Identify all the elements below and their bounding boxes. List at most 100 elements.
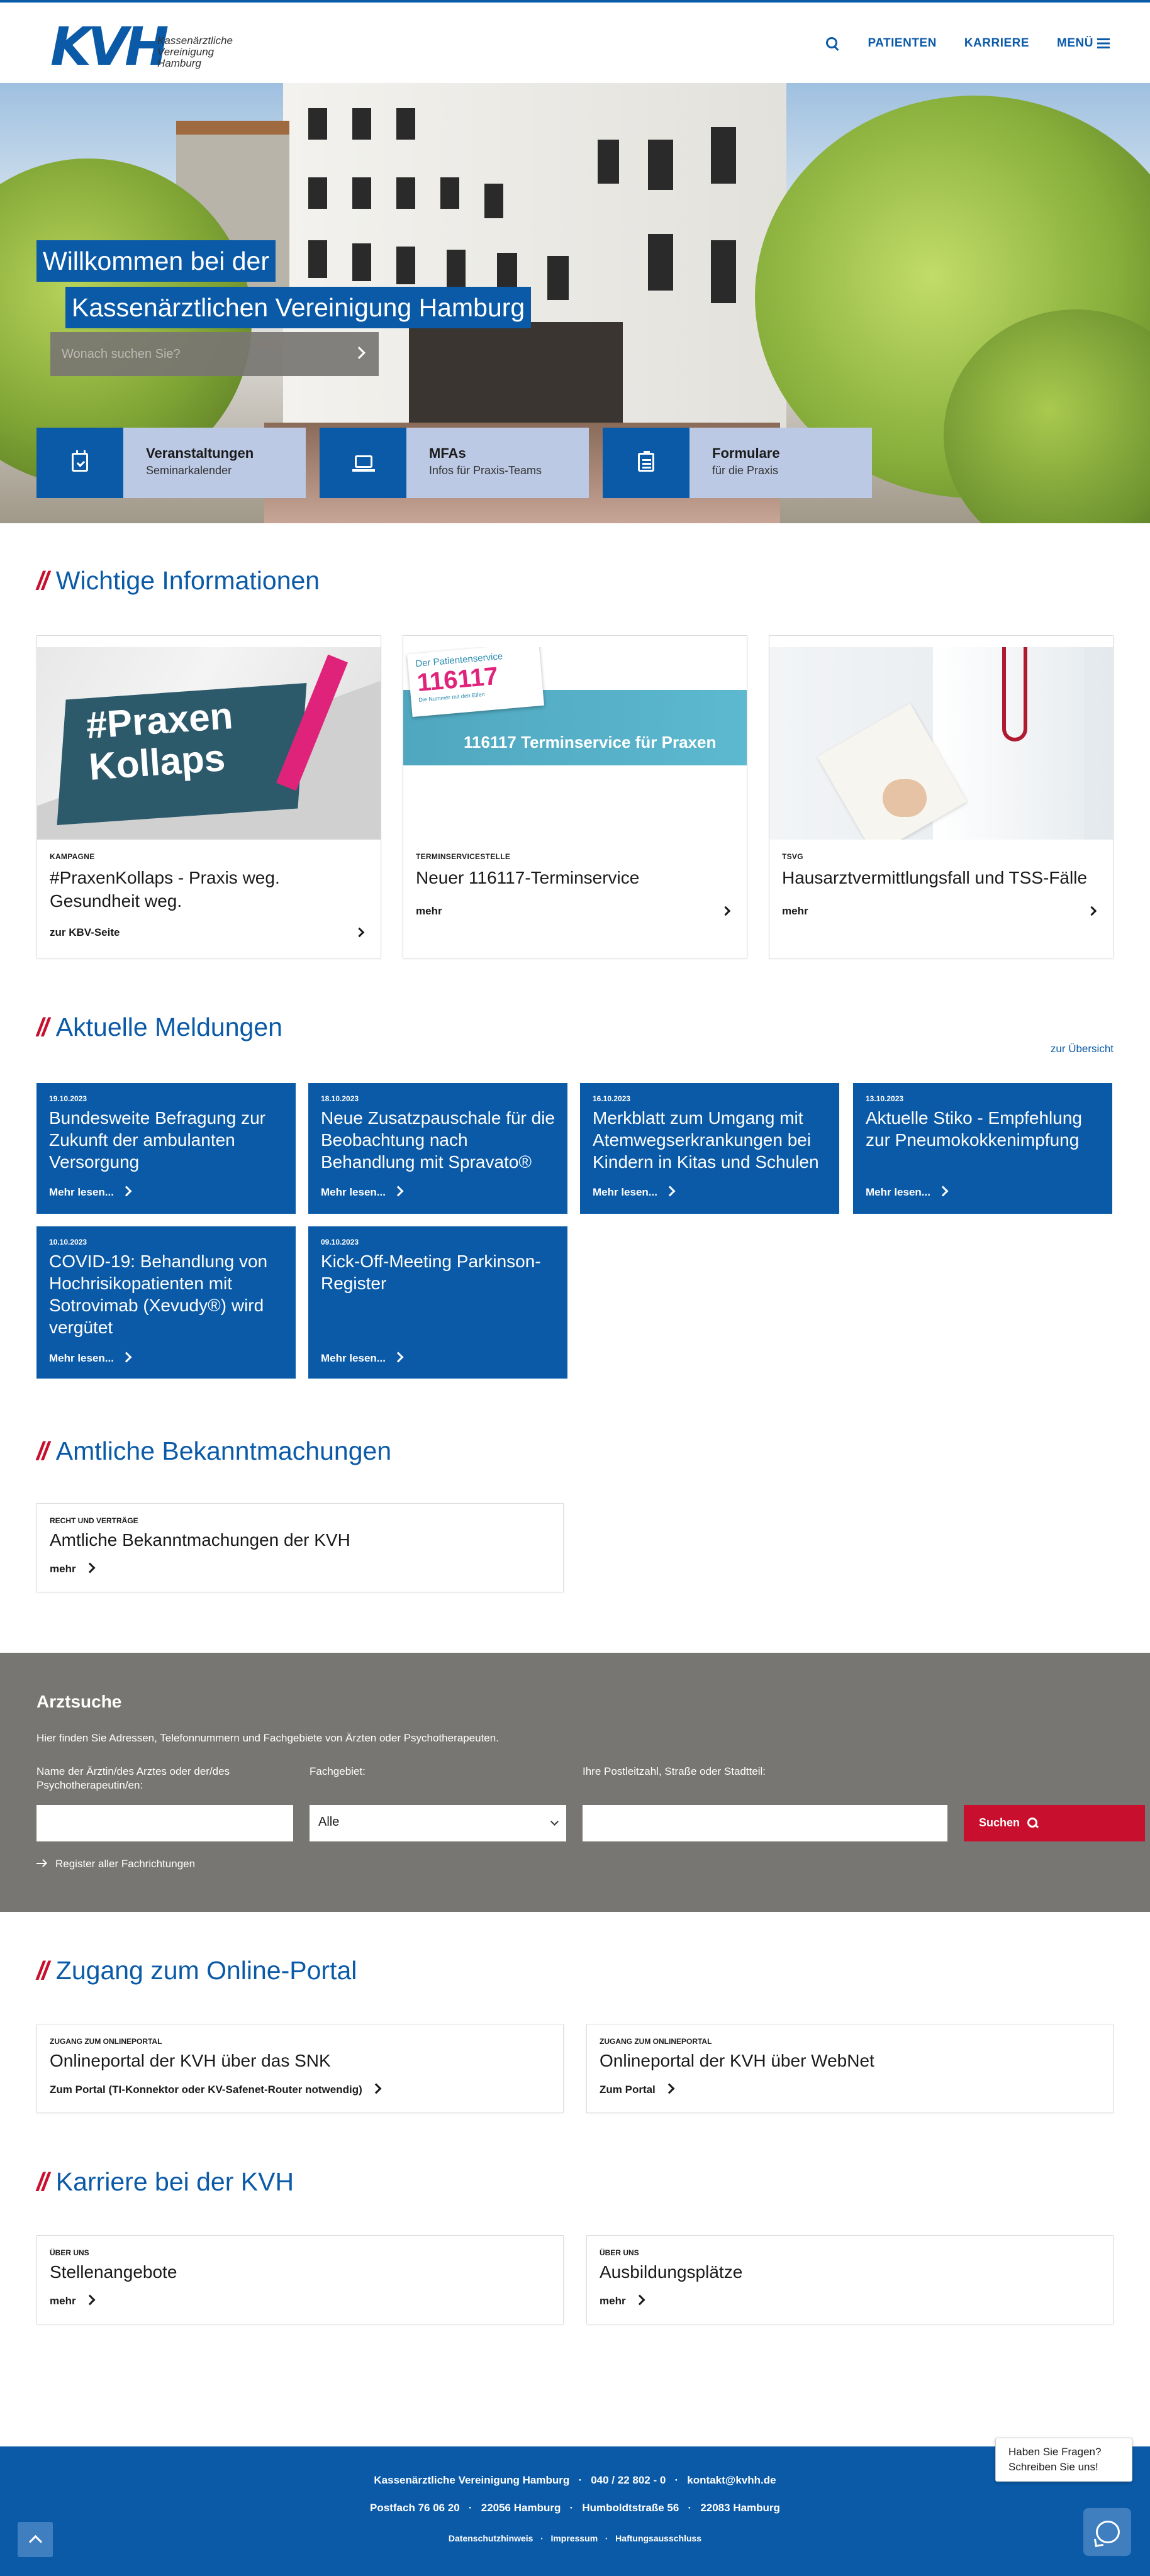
quick-tile-title: Formulare xyxy=(712,445,780,461)
calendar-check-icon xyxy=(72,450,88,472)
news-more-link[interactable]: Mehr lesen... xyxy=(321,1352,402,1365)
portal-card-snk[interactable]: ZUGANG ZUM ONLINEPORTAL Onlineportal der… xyxy=(36,2024,564,2113)
card-tag: ZUGANG ZUM ONLINEPORTAL xyxy=(600,2037,712,2046)
window xyxy=(547,256,569,300)
card-tag: ÜBER UNS xyxy=(50,2248,89,2257)
portal-card-webnet[interactable]: ZUGANG ZUM ONLINEPORTAL Onlineportal der… xyxy=(586,2024,1114,2113)
card-tag: KAMPAGNE xyxy=(50,852,95,861)
quick-tile-icon-box xyxy=(603,428,689,498)
label-name: Name der Ärztin/des Arztes oder der/des … xyxy=(36,1765,230,1791)
nav-menu-button[interactable]: MENÜ xyxy=(1057,36,1110,50)
back-to-top-button[interactable] xyxy=(18,2522,53,2557)
logo-letters: KVH xyxy=(50,16,169,77)
section-slash: // xyxy=(36,1436,49,1465)
card-tag: TSVG xyxy=(782,852,803,861)
search-icon xyxy=(1027,1818,1038,1828)
search-icon[interactable] xyxy=(825,36,840,51)
card-title: #PraxenKollaps - Praxis weg. Gesundheit … xyxy=(50,868,280,911)
window xyxy=(308,108,327,140)
window xyxy=(352,108,371,140)
news-tile[interactable]: 09.10.2023 Kick-Off-Meeting Parkinson-Re… xyxy=(308,1226,567,1379)
quick-tile-text: Formulare für die Praxis xyxy=(689,428,872,498)
kvh-logo[interactable]: KVH Kassenärztliche Vereinigung Hamburg xyxy=(50,16,252,77)
window xyxy=(648,234,673,291)
main-nav: PATIENTEN KARRIERE MENÜ xyxy=(825,34,1110,53)
news-date: 16.10.2023 xyxy=(593,1094,631,1103)
window xyxy=(396,177,415,209)
section-title-text: Wichtige Informationen xyxy=(55,566,320,595)
section-slash: // xyxy=(36,2167,49,2196)
info-card[interactable]: Der Patientenservice 116117 Die Nummer m… xyxy=(403,635,747,958)
hero-side-roof xyxy=(176,121,289,135)
window xyxy=(447,250,466,287)
chat-prompt-bubble[interactable]: Haben Sie Fragen? Schreiben Sie uns! xyxy=(995,2438,1132,2482)
quick-tile-veranstaltungen[interactable]: Veranstaltungen Seminarkalender xyxy=(36,428,306,498)
fachgebiet-selected-value: Alle xyxy=(318,1815,340,1829)
info-card-amtliche[interactable]: RECHT UND VERTRÄGE Amtliche Bekanntmachu… xyxy=(36,1503,564,1592)
window xyxy=(711,127,736,184)
quick-tile-subtitle: Seminarkalender xyxy=(146,464,232,477)
search-button[interactable]: Suchen xyxy=(964,1805,1145,1841)
card-tag: RECHT UND VERTRÄGE xyxy=(50,1516,138,1525)
hero-title-line2: Kassenärztlichen Vereinigung Hamburg xyxy=(65,287,532,328)
arzt-name-input[interactable] xyxy=(36,1805,293,1841)
card-link[interactable]: zur KBV-Seite xyxy=(50,926,120,939)
news-tile[interactable]: 19.10.2023 Bundesweite Befragung zur Zuk… xyxy=(36,1083,296,1214)
news-title: Aktuelle Stiko - Empfehlung zur Pneumoko… xyxy=(866,1108,1082,1150)
hero-title-line1: Willkommen bei der xyxy=(36,240,276,282)
news-title: COVID-19: Behandlung von Hochrisikopatie… xyxy=(49,1252,268,1337)
news-more-link[interactable]: Mehr lesen... xyxy=(49,1186,130,1199)
card-title: Onlineportal der KVH über das SNK xyxy=(50,2051,331,2070)
section-title-text: Aktuelle Meldungen xyxy=(55,1013,282,1041)
card-title: Amtliche Bekanntmachungen der KVH xyxy=(50,1530,350,1550)
news-more-link[interactable]: Mehr lesen... xyxy=(866,1186,947,1199)
card-link[interactable]: mehr xyxy=(416,905,442,918)
arztsuche-section: Arztsuche Hier finden Sie Adressen, Tele… xyxy=(0,1653,1150,1912)
section-slash: // xyxy=(36,1956,49,1985)
hero-search-input[interactable] xyxy=(50,332,340,376)
site-header: KVH Kassenärztliche Vereinigung Hamburg … xyxy=(0,3,1150,83)
register-link-label: Register aller Fachrichtungen xyxy=(55,1858,196,1870)
card-image-doctor xyxy=(769,647,1113,840)
card-title: Hausarztvermittlungsfall und TSS-Fälle xyxy=(782,868,1088,887)
overview-link[interactable]: zur Übersicht xyxy=(1051,1043,1114,1055)
chat-bubble-icon[interactable] xyxy=(1083,2508,1131,2556)
card-link[interactable]: mehr xyxy=(782,905,808,918)
card-link[interactable]: mehr xyxy=(50,2295,94,2307)
nav-karriere[interactable]: KARRIERE xyxy=(964,36,1029,50)
info-card[interactable]: #Praxen Kollaps KAMPAGNE #PraxenKollaps … xyxy=(36,635,381,958)
news-more-link[interactable]: Mehr lesen... xyxy=(593,1186,674,1199)
window xyxy=(352,243,371,281)
news-tile[interactable]: 13.10.2023 Aktuelle Stiko - Empfehlung z… xyxy=(853,1083,1112,1214)
info-card[interactable]: TSVG Hausarztvermittlungsfall und TSS-Fä… xyxy=(769,635,1114,958)
news-tile[interactable]: 10.10.2023 COVID-19: Behandlung von Hoch… xyxy=(36,1226,296,1379)
footer-legal-links[interactable]: Datenschutzhinweis · Impressum · Haftung… xyxy=(0,2533,1150,2543)
window xyxy=(484,184,503,218)
quick-tile-formulare[interactable]: Formulare für die Praxis xyxy=(603,428,872,498)
news-more-link[interactable]: Mehr lesen... xyxy=(49,1352,130,1365)
chevron-right-icon xyxy=(720,906,731,916)
news-title: Merkblatt zum Umgang mit Atemwegserkrank… xyxy=(593,1108,819,1172)
karriere-card-ausbildung[interactable]: ÜBER UNS Ausbildungsplätze mehr xyxy=(586,2235,1114,2324)
window xyxy=(396,247,415,284)
ort-input[interactable] xyxy=(583,1805,947,1841)
patientenservice-card: Der Patientenservice 116117 Die Nummer m… xyxy=(407,647,544,717)
quick-tile-subtitle: Infos für Praxis-Teams xyxy=(429,464,542,477)
news-tile[interactable]: 18.10.2023 Neue Zusatzpauschale für die … xyxy=(308,1083,567,1214)
fachgebiet-select[interactable]: Alle xyxy=(310,1805,566,1841)
banner-text: 116117 Terminservice für Praxen xyxy=(464,733,717,752)
karriere-card-stellen[interactable]: ÜBER UNS Stellenangebote mehr xyxy=(36,2235,564,2324)
card-link[interactable]: mehr xyxy=(600,2295,644,2307)
card-link[interactable]: mehr xyxy=(50,1563,94,1575)
register-link[interactable]: Register aller Fachrichtungen xyxy=(36,1858,195,1870)
section-title-amtliche: //Amtliche Bekanntmachungen xyxy=(36,1436,391,1466)
nav-patienten[interactable]: PATIENTEN xyxy=(868,36,936,50)
window xyxy=(711,240,736,303)
card-link[interactable]: Zum Portal (TI-Konnektor oder KV-Safenet… xyxy=(50,2084,380,2096)
news-more-link[interactable]: Mehr lesen... xyxy=(321,1186,402,1199)
quick-tile-mfas[interactable]: MFAs Infos für Praxis-Teams xyxy=(320,428,589,498)
chevron-right-icon[interactable] xyxy=(353,347,366,359)
news-tile[interactable]: 16.10.2023 Merkblatt zum Umgang mit Atem… xyxy=(580,1083,839,1214)
card-image-116117: Der Patientenservice 116117 Die Nummer m… xyxy=(403,647,747,840)
card-link[interactable]: Zum Portal xyxy=(600,2084,673,2096)
